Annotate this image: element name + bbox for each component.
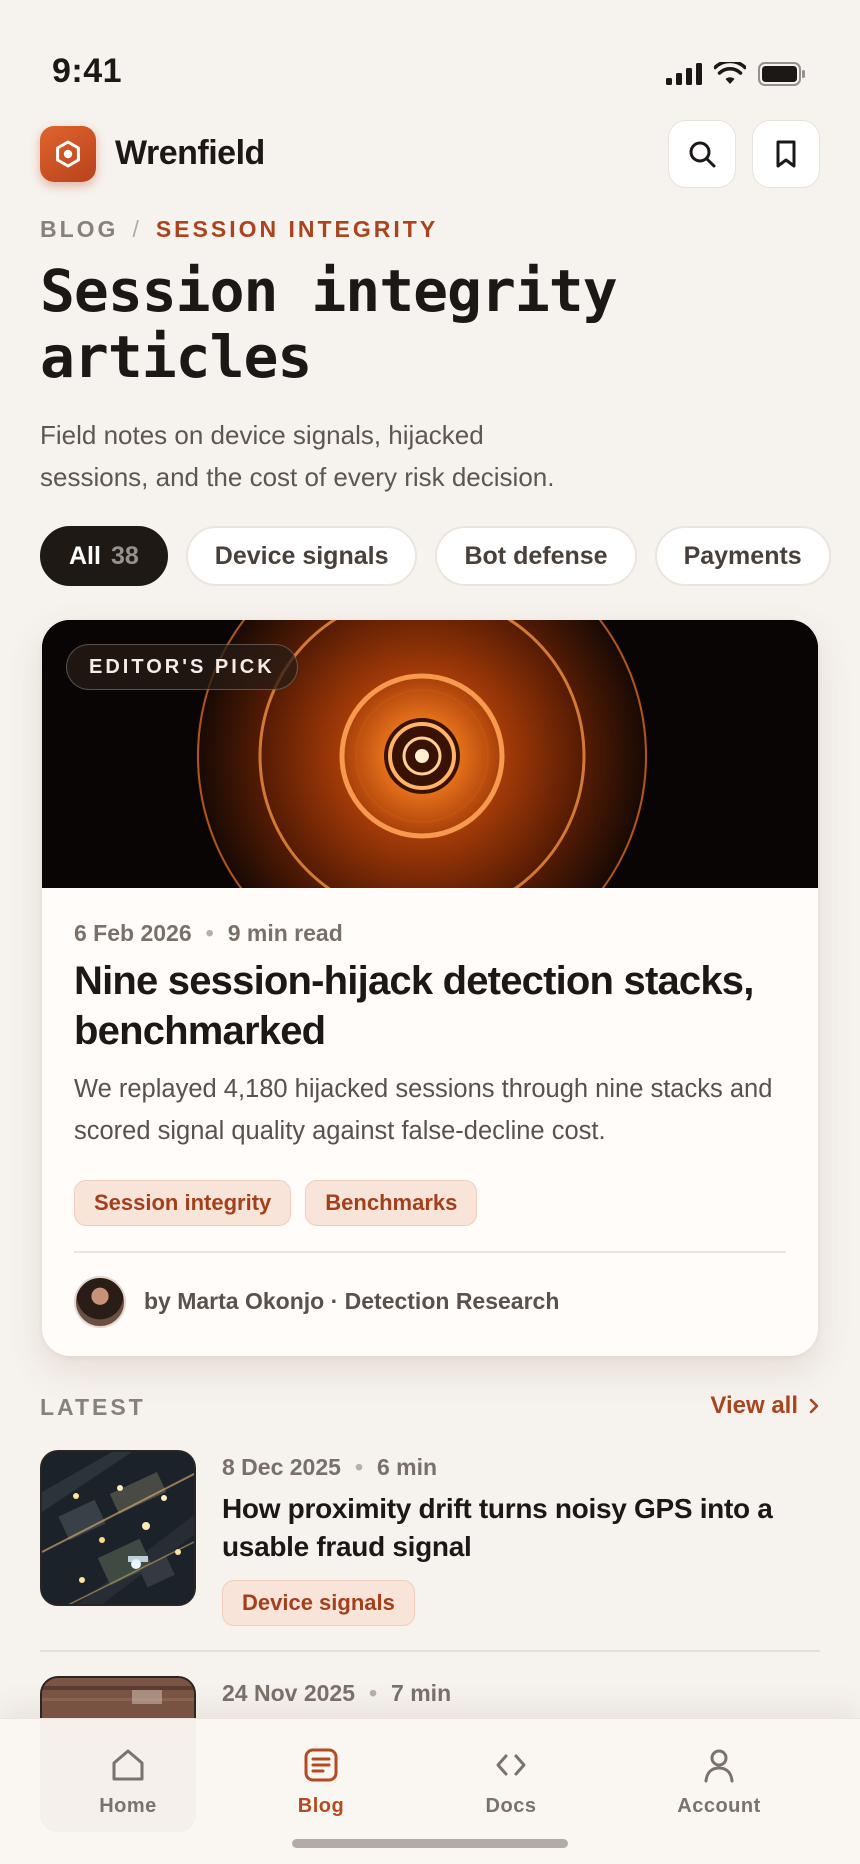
breadcrumb-current: SESSION INTEGRITY: [155, 216, 439, 242]
chevron-right-icon: [809, 1398, 819, 1414]
filter-chips: All 38 Device signals Bot defense Paymen…: [40, 526, 831, 586]
bookmark-button[interactable]: [752, 120, 820, 188]
article-date: 24 Nov 2025: [222, 1680, 355, 1706]
view-all-link[interactable]: View all: [710, 1392, 820, 1420]
featured-article-read-time: 9 min read: [227, 920, 343, 946]
app-header: Wrenfield: [40, 120, 820, 190]
featured-article-title[interactable]: Nine session-hijack detection stacks, be…: [74, 956, 794, 1056]
tag-device-signals[interactable]: Device signals: [222, 1580, 415, 1626]
filter-chip-label: All: [69, 541, 101, 570]
filter-chip-label: Bot defense: [464, 541, 608, 570]
featured-article-meta: 6 Feb 2026 • 9 min read: [74, 920, 343, 947]
page-subtitle-line-2: sessions, and the cost of every risk dec…: [40, 462, 555, 492]
article-title[interactable]: How proximity drift turns noisy GPS into…: [222, 1490, 822, 1566]
tag-benchmarks[interactable]: Benchmarks: [305, 1180, 478, 1226]
home-indicator: [292, 1839, 568, 1848]
home-icon: [112, 1749, 144, 1781]
tab-label: Blog: [297, 1795, 345, 1817]
article-read-time: 6 min: [377, 1454, 438, 1480]
meta-dot: •: [354, 1454, 363, 1480]
tab-blog[interactable]: Blog: [251, 1745, 391, 1818]
meta-dot: •: [368, 1680, 378, 1706]
featured-article-image: EDITOR'S PICK: [42, 620, 818, 888]
filter-chip-payments[interactable]: Payments: [654, 526, 831, 586]
featured-article-excerpt: We replayed 4,180 hijacked sessions thro…: [74, 1075, 773, 1145]
user-icon: [704, 1749, 734, 1783]
filter-chip-all[interactable]: All 38: [40, 526, 168, 586]
list-divider: [40, 1650, 820, 1652]
filter-chip-device-signals[interactable]: Device signals: [185, 526, 418, 586]
blog-icon: [304, 1748, 338, 1782]
search-button[interactable]: [668, 120, 736, 188]
breadcrumb: BLOG / SESSION INTEGRITY: [40, 216, 438, 243]
tag-session-integrity[interactable]: Session integrity: [74, 1180, 292, 1226]
bookmark-icon: [776, 140, 796, 168]
wifi-icon: [714, 62, 746, 84]
page-title-line-1: Session integrity: [40, 257, 618, 325]
status-bar: 9:41: [0, 0, 860, 110]
filter-chip-label: Device signals: [214, 541, 389, 570]
featured-article-tags: Session integrity Benchmarks: [74, 1180, 478, 1226]
tab-account[interactable]: Account: [649, 1745, 789, 1818]
breadcrumb-root[interactable]: BLOG: [40, 216, 118, 243]
status-time: 9:41: [52, 52, 123, 90]
latest-section-header: LATEST View all: [40, 1392, 820, 1424]
article-meta: 8 Dec 2025 • 6 min: [222, 1454, 437, 1481]
status-icons: [666, 62, 806, 86]
meta-dot: •: [205, 920, 214, 946]
article-tags: Device signals: [222, 1580, 415, 1626]
tab-label: Account: [677, 1795, 761, 1817]
filter-chip-bot-defense[interactable]: Bot defense: [435, 526, 637, 586]
article-read-time: 7 min: [391, 1680, 452, 1706]
page-subtitle-line-1: Field notes on device signals, hijacked: [40, 420, 484, 450]
search-icon: [689, 141, 716, 168]
page-subtitle: Field notes on device signals, hijacked …: [40, 414, 640, 498]
brand-name[interactable]: Wrenfield: [115, 134, 265, 173]
article-date: 8 Dec 2025: [222, 1454, 341, 1480]
card-divider: [74, 1251, 786, 1253]
article-meta: 24 Nov 2025 • 7 min: [222, 1680, 451, 1707]
filter-chip-count: 38: [110, 541, 139, 570]
filter-chip-label: Payments: [683, 541, 802, 570]
tab-home[interactable]: Home: [58, 1745, 198, 1818]
article-thumbnail: [40, 1450, 196, 1606]
page-title-line-2: articles: [40, 323, 312, 391]
page-title: Session integrity articles: [40, 258, 800, 390]
cellular-signal-icon: [666, 63, 702, 85]
breadcrumb-separator: /: [132, 216, 142, 242]
featured-article-card[interactable]: EDITOR'S PICK 6 Feb 2026 • 9 min read Ni…: [42, 620, 818, 1356]
author-byline: by Marta Okonjo · Detection Research: [144, 1288, 560, 1314]
code-icon: [496, 1754, 526, 1776]
editors-pick-badge: EDITOR'S PICK: [66, 644, 298, 690]
author-avatar: [74, 1276, 126, 1328]
brand-logo-icon[interactable]: [40, 126, 96, 182]
latest-section-label: LATEST: [40, 1394, 146, 1420]
view-all-label: View all: [710, 1392, 798, 1419]
tab-docs[interactable]: Docs: [441, 1745, 581, 1818]
tab-label: Docs: [485, 1795, 537, 1817]
featured-article-date: 6 Feb 2026: [74, 920, 192, 946]
tab-label: Home: [99, 1795, 157, 1817]
article-list-item[interactable]: 8 Dec 2025 • 6 min How proximity drift t…: [40, 1450, 820, 1630]
battery-icon: [758, 62, 805, 86]
